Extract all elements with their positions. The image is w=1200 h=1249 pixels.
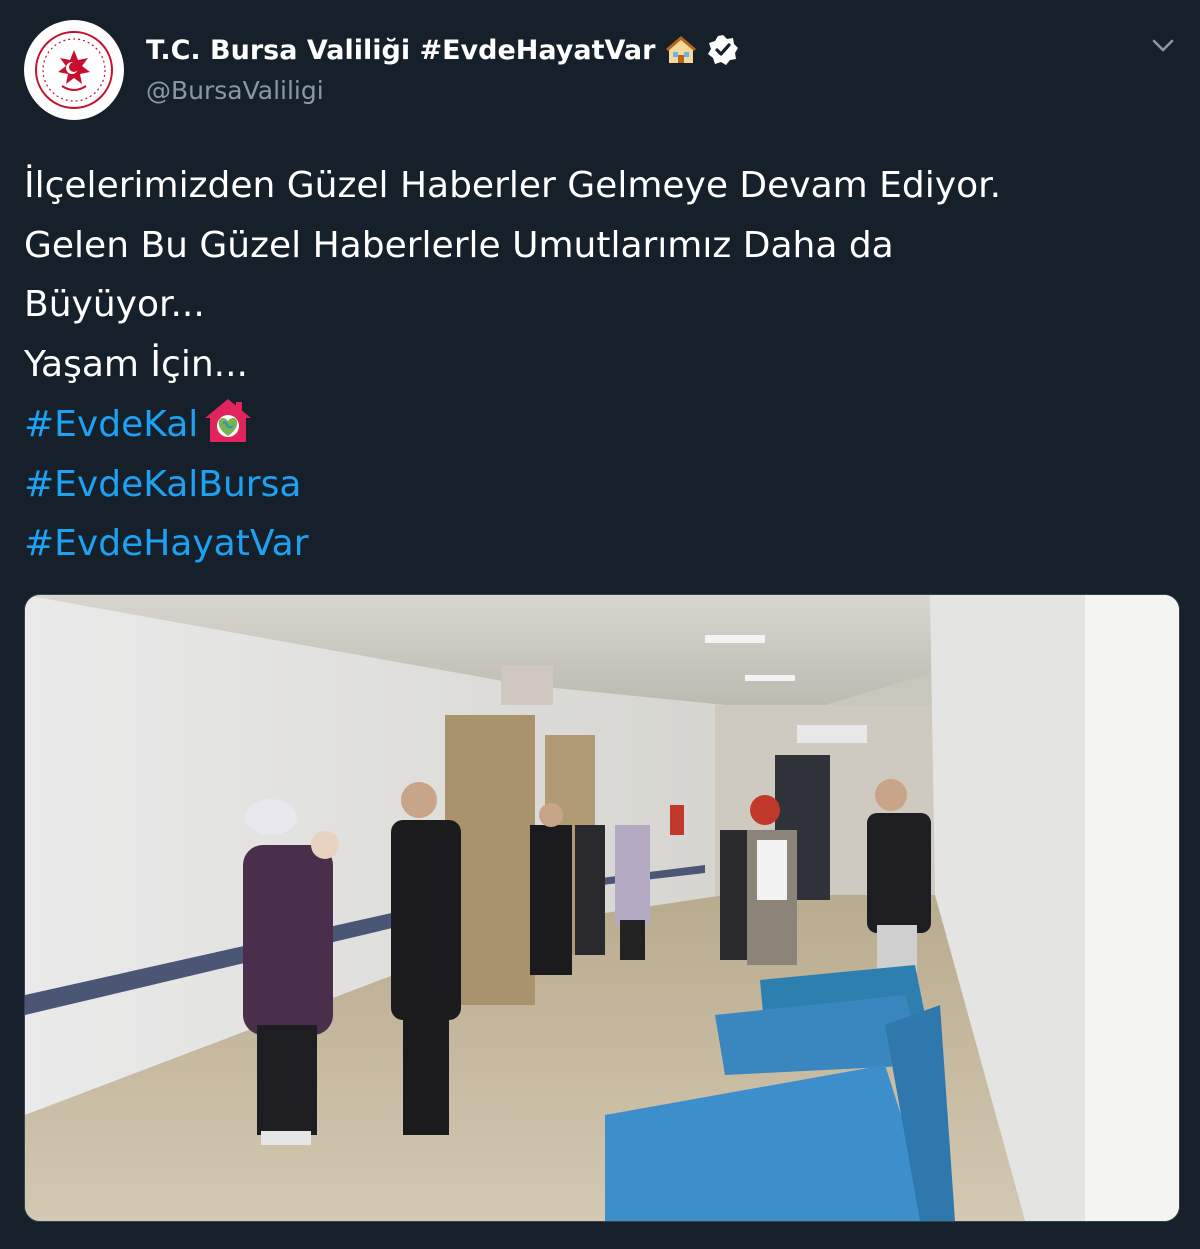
chevron-down-icon[interactable] [1148,30,1178,60]
hospital-corridor-image [25,595,1179,1221]
tweet-line: Yaşam İçin... [24,344,248,386]
tweet-line: Gelen Bu Güzel Haberlerle Umutlarımız Da… [24,224,894,266]
tweet-line: İlçelerimizden Güzel Haberler Gelmeye De… [24,165,1002,206]
verified-badge-icon [707,34,739,66]
hashtag-link[interactable]: #EvdeKalBursa [24,455,1174,515]
house-with-heart-emoji-icon [202,396,254,444]
avatar[interactable] [24,20,124,120]
hashtag-link[interactable]: #EvdeKal [24,404,198,445]
hashtag-line: #EvdeKal [24,395,1174,455]
tweet-text: İlçelerimizden Güzel Haberler Gelmeye De… [24,156,1174,574]
video-thumbnail[interactable] [24,594,1180,1222]
display-name[interactable]: T.C. Bursa Valiliği #EvdeHayatVar [146,35,655,66]
user-handle[interactable]: @BursaValiligi [146,76,739,105]
house-emoji-icon [665,35,697,65]
tweet-header: T.C. Bursa Valiliği #EvdeHayatVar @Bursa… [146,28,739,105]
governorship-seal-icon [26,22,122,118]
tweet-line: Büyüyor... [24,284,205,326]
name-row: T.C. Bursa Valiliği #EvdeHayatVar [146,28,739,72]
tweet-card[interactable]: T.C. Bursa Valiliği #EvdeHayatVar @Bursa… [0,0,1200,1249]
hashtag-link[interactable]: #EvdeHayatVar [24,514,1174,574]
